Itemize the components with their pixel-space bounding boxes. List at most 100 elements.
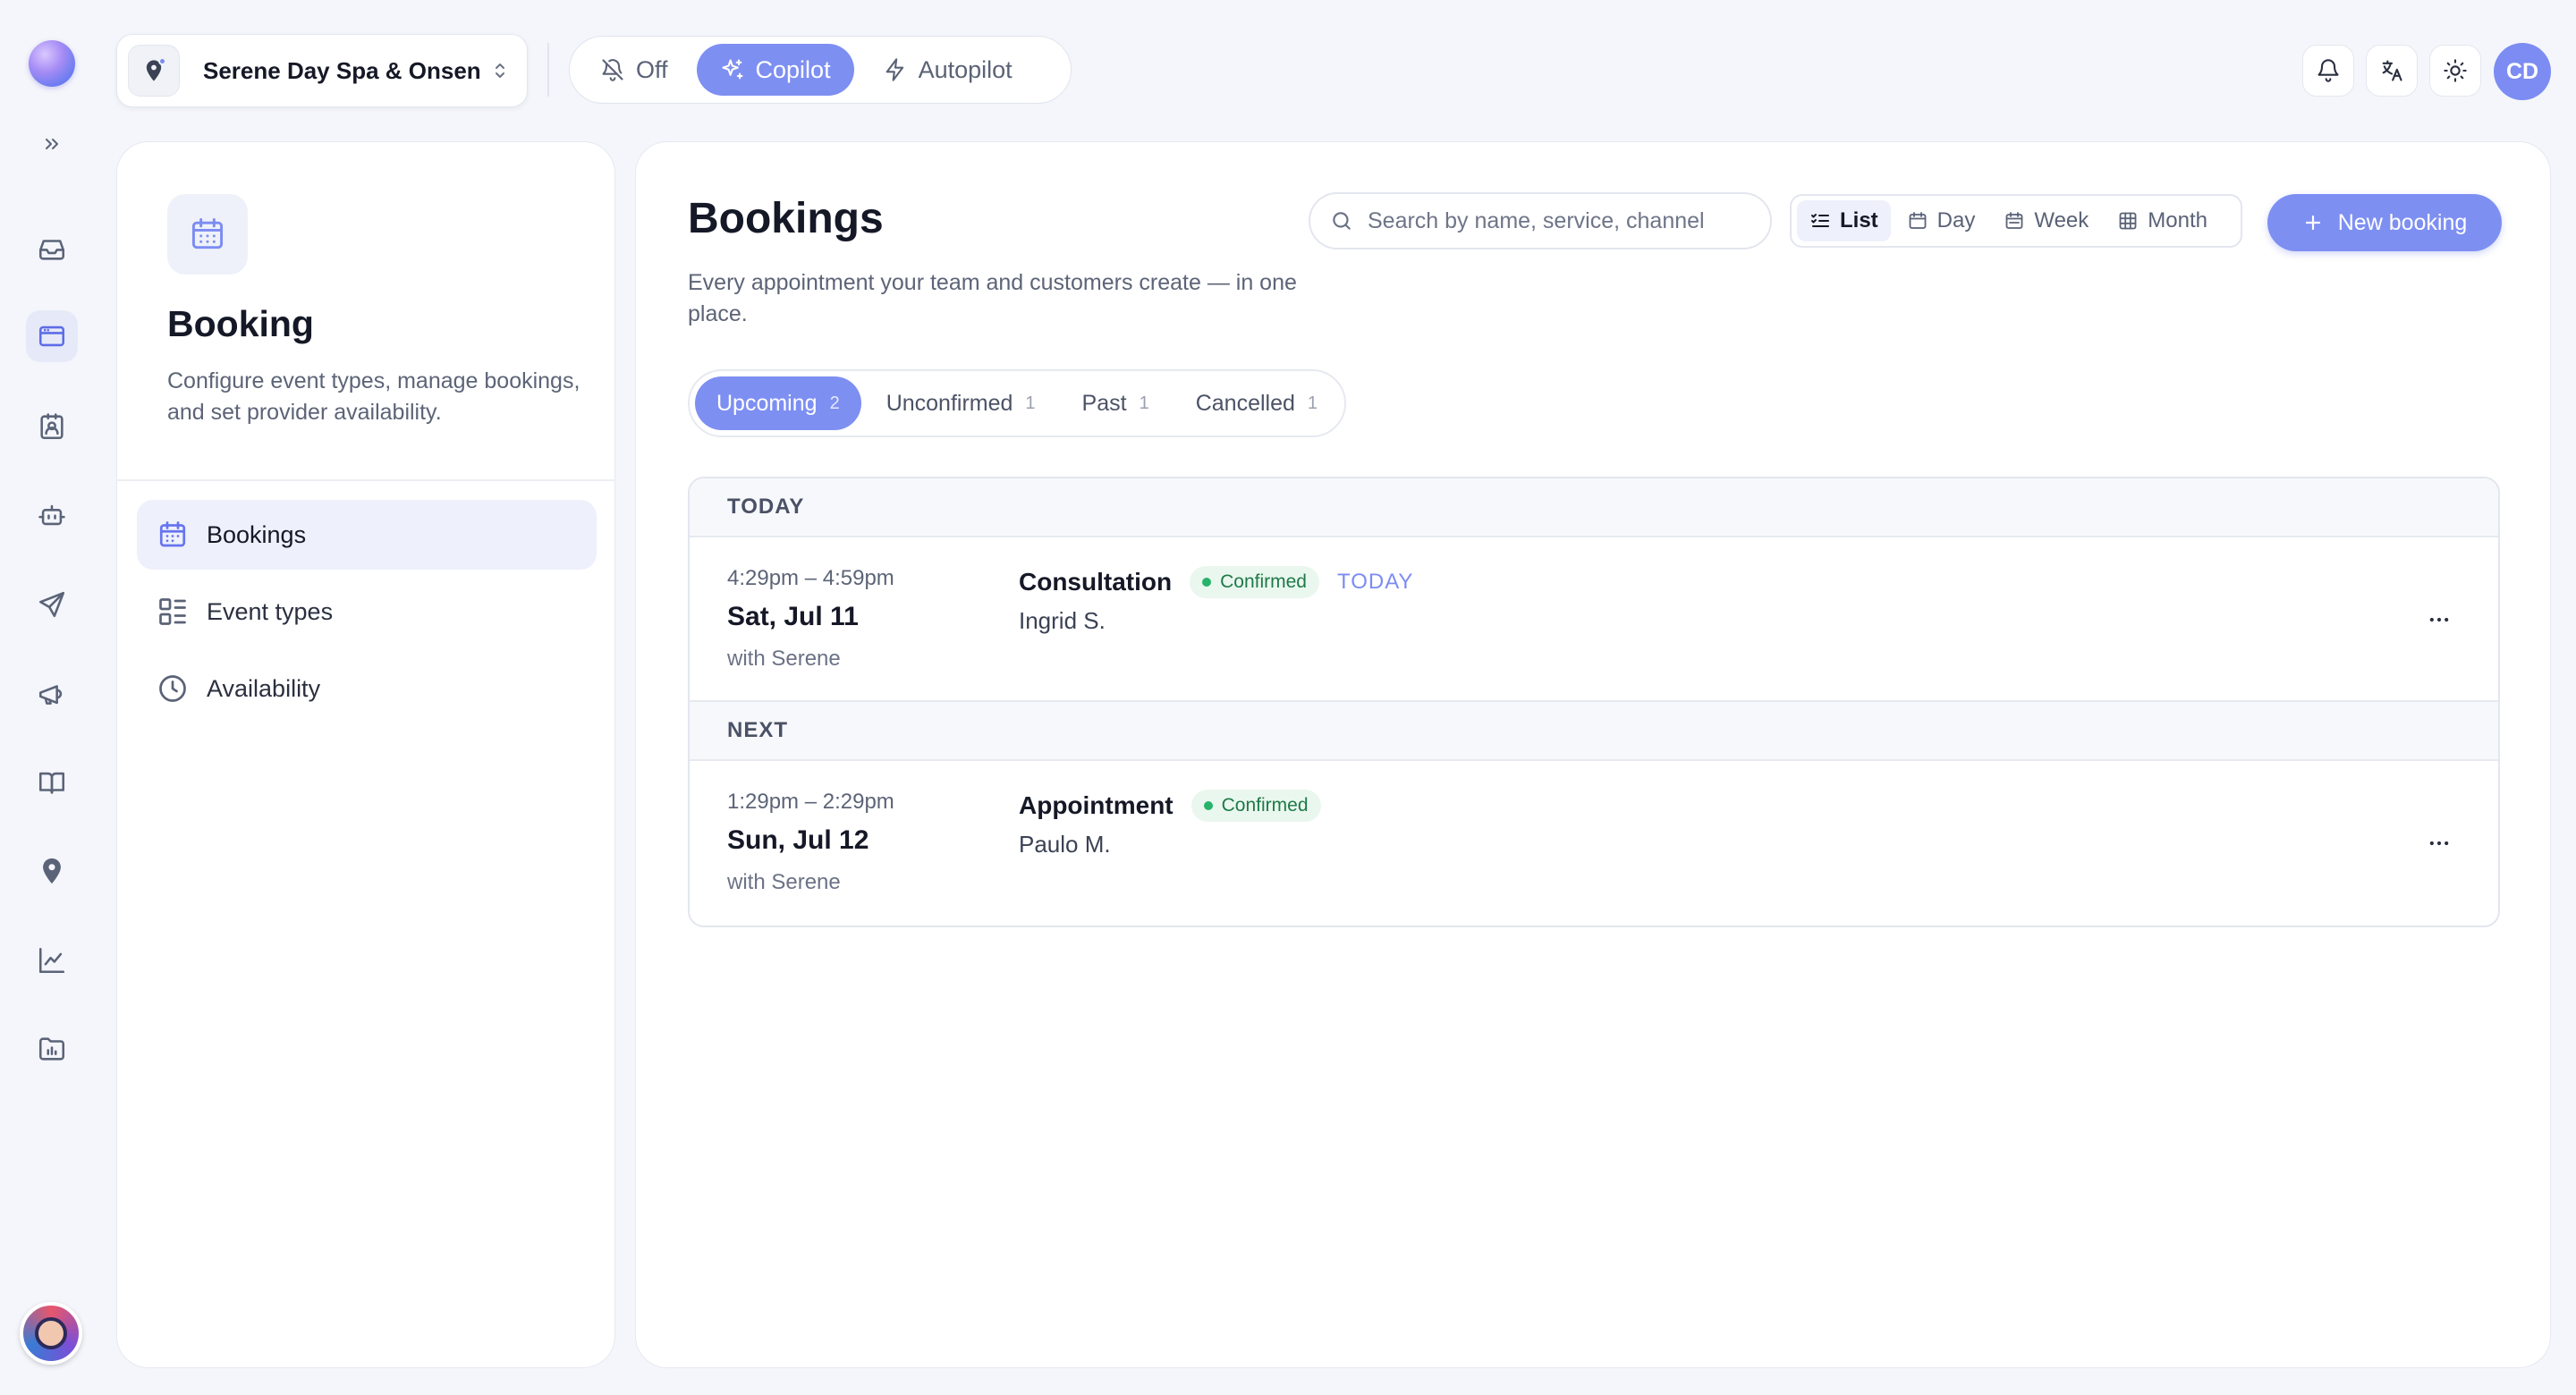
- calendar-range-icon: [2004, 210, 2025, 232]
- today-tag: TODAY: [1336, 570, 1414, 594]
- tab-label: Unconfirmed: [886, 390, 1013, 416]
- page-title: Bookings: [688, 195, 884, 242]
- status-dot: [1203, 801, 1213, 810]
- mode-off-button[interactable]: Off: [577, 44, 691, 96]
- status-badge: Confirmed: [1191, 790, 1321, 822]
- booking-provider: with Serene: [727, 647, 841, 671]
- megaphone-icon[interactable]: [26, 668, 78, 720]
- topbar-divider: [547, 43, 549, 97]
- clock-icon: [157, 672, 189, 705]
- workspace-name: Serene Day Spa & Onsen: [203, 56, 481, 84]
- theme-toggle-button[interactable]: [2429, 45, 2481, 97]
- calendar-window-icon[interactable]: [26, 310, 78, 362]
- panel-title: Booking: [167, 303, 314, 344]
- view-month-label: Month: [2148, 208, 2207, 232]
- nav-item-label: Availability: [207, 674, 321, 702]
- tab-upcoming[interactable]: Upcoming 2: [695, 376, 861, 430]
- booking-sidebar-panel: Booking Configure event types, manage bo…: [116, 141, 615, 1368]
- search-icon: [1330, 209, 1353, 232]
- status-dot: [1202, 578, 1212, 587]
- layout-list-icon: [157, 596, 189, 628]
- tab-count: 1: [1307, 393, 1318, 413]
- list-checks-icon: [1809, 210, 1831, 232]
- chevrons-up-down-icon: [489, 60, 511, 81]
- calendar-icon: [157, 519, 189, 551]
- avatar-face-icon: [35, 1317, 67, 1349]
- group-heading-next: NEXT: [690, 702, 2498, 761]
- status-label: Confirmed: [1220, 571, 1307, 592]
- folder-chart-icon[interactable]: [26, 1023, 78, 1075]
- search-box: [1309, 192, 1772, 249]
- panel-description: Configure event types, manage bookings, …: [167, 368, 580, 425]
- notifications-button[interactable]: [2302, 45, 2354, 97]
- contact-icon[interactable]: [26, 401, 78, 452]
- nav-item-label: Bookings: [207, 520, 307, 548]
- expand-sidebar-icon[interactable]: [36, 128, 68, 160]
- location-pin-icon[interactable]: [26, 845, 78, 897]
- bot-icon[interactable]: [26, 489, 78, 541]
- calendar-icon: [1907, 210, 1928, 232]
- more-options-icon[interactable]: [2419, 600, 2459, 639]
- app-logo[interactable]: [29, 40, 75, 87]
- booking-date: Sat, Jul 11: [727, 602, 859, 631]
- calendar-icon: [167, 194, 248, 275]
- bell-icon: [2316, 58, 2341, 83]
- booking-provider: with Serene: [727, 870, 841, 894]
- mode-autopilot-label: Autopilot: [918, 55, 1013, 83]
- new-booking-label: New booking: [2337, 209, 2468, 235]
- booking-row[interactable]: 1:29pm – 2:29pm Sun, Jul 12 with Serene …: [690, 761, 2498, 926]
- view-list-button[interactable]: List: [1797, 200, 1891, 241]
- booking-date: Sun, Jul 12: [727, 825, 869, 855]
- view-list-label: List: [1840, 208, 1878, 232]
- panel-divider: [117, 479, 614, 481]
- view-week-button[interactable]: Week: [1991, 200, 2101, 241]
- notification-dot: [158, 57, 166, 65]
- nav-item-label: Event types: [207, 597, 334, 625]
- booking-service-line: Consultation Confirmed TODAY: [1019, 566, 1413, 598]
- search-input[interactable]: [1368, 207, 1761, 234]
- translate-icon: [2379, 58, 2404, 83]
- booking-service: Consultation: [1019, 568, 1173, 596]
- mode-copilot-button[interactable]: Copilot: [696, 44, 854, 96]
- grid-icon: [2117, 210, 2139, 232]
- page-subtitle: Every appointment your team and customer…: [688, 270, 1297, 326]
- tab-unconfirmed[interactable]: Unconfirmed 1: [865, 376, 1057, 430]
- view-month-button[interactable]: Month: [2105, 200, 2220, 241]
- sun-icon: [2443, 58, 2468, 83]
- view-switcher: List Day Week Month: [1790, 194, 2242, 248]
- line-chart-icon[interactable]: [26, 934, 78, 986]
- book-open-icon[interactable]: [26, 757, 78, 808]
- profile-avatar[interactable]: [20, 1302, 82, 1365]
- automation-mode-toggle: Off Copilot Autopilot: [569, 36, 1072, 104]
- nav-item-availability[interactable]: Availability: [137, 654, 597, 723]
- tab-past[interactable]: Past 1: [1061, 376, 1171, 430]
- bell-off-icon: [600, 57, 625, 82]
- send-icon[interactable]: [26, 579, 78, 630]
- tab-count: 1: [1139, 393, 1149, 413]
- user-avatar[interactable]: CD: [2494, 43, 2551, 100]
- view-day-button[interactable]: Day: [1894, 200, 1988, 241]
- booking-row[interactable]: 4:29pm – 4:59pm Sat, Jul 11 with Serene …: [690, 537, 2498, 702]
- tab-label: Upcoming: [716, 390, 818, 416]
- tab-cancelled[interactable]: Cancelled 1: [1174, 376, 1339, 430]
- language-button[interactable]: [2366, 45, 2418, 97]
- new-booking-button[interactable]: New booking: [2267, 194, 2502, 251]
- inbox-icon[interactable]: [26, 223, 78, 275]
- bookings-list: TODAY 4:29pm – 4:59pm Sat, Jul 11 with S…: [688, 477, 2500, 927]
- tab-label: Cancelled: [1195, 390, 1295, 416]
- group-heading-today: TODAY: [690, 478, 2498, 537]
- booking-nav: Bookings Event types Availability: [137, 500, 597, 731]
- mode-autopilot-button[interactable]: Autopilot: [860, 44, 1036, 96]
- booking-time: 1:29pm – 2:29pm: [727, 790, 894, 814]
- workspace-switcher[interactable]: Serene Day Spa & Onsen: [116, 34, 528, 107]
- status-badge: Confirmed: [1190, 566, 1319, 598]
- booking-customer: Ingrid S.: [1019, 607, 1106, 634]
- more-options-icon[interactable]: [2419, 824, 2459, 863]
- mode-copilot-label: Copilot: [755, 55, 831, 83]
- nav-item-bookings[interactable]: Bookings: [137, 500, 597, 570]
- tab-count: 1: [1025, 393, 1036, 413]
- status-label: Confirmed: [1221, 795, 1309, 816]
- booking-service: Appointment: [1019, 791, 1174, 819]
- nav-item-event-types[interactable]: Event types: [137, 577, 597, 647]
- zap-icon: [883, 57, 908, 82]
